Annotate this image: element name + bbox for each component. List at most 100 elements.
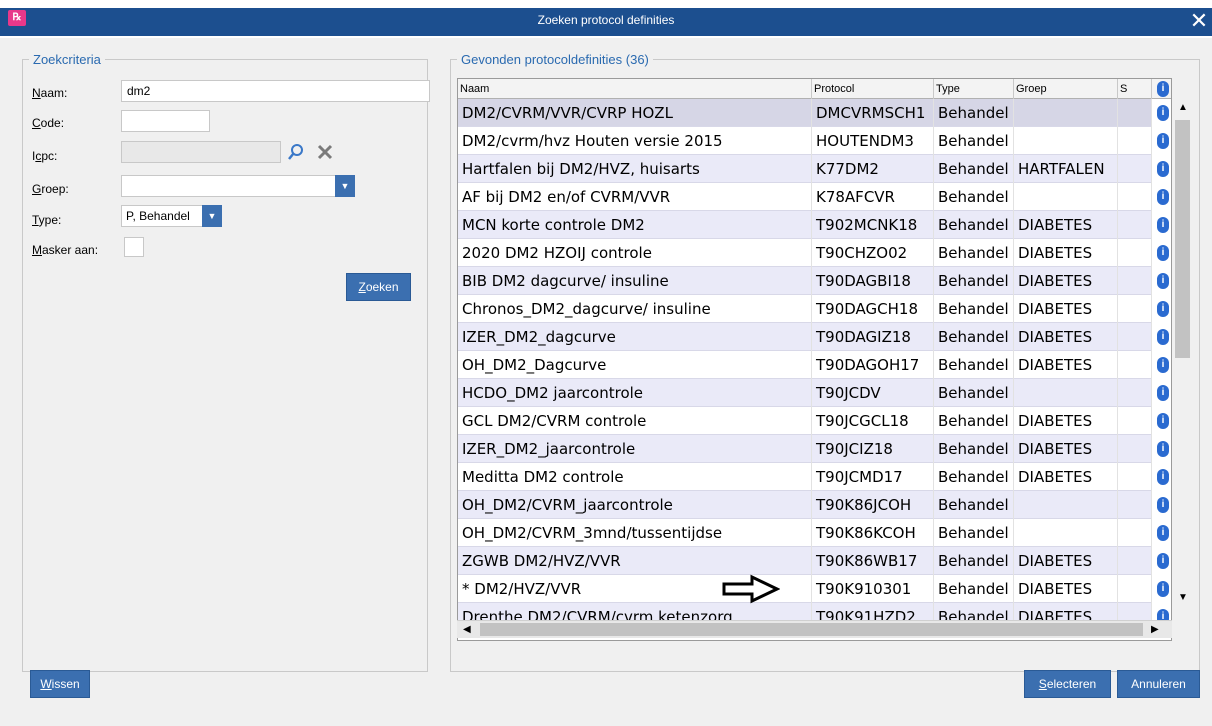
table-row[interactable]: OH_DM2/CVRM_jaarcontrole T90K86JCOH Behand… — [458, 491, 1169, 519]
info-icon[interactable]: i — [1157, 245, 1169, 261]
cell-protocol: T90K86JCOH — [812, 491, 934, 519]
table-row[interactable]: * DM2/HVZ/VVR T90K910301 Behandel DIABETES i — [458, 575, 1169, 603]
column-header-naam[interactable]: Naam — [458, 79, 812, 99]
table-row[interactable]: Hartfalen bij DM2/HVZ, huisarts K77DM2 Beh… — [458, 155, 1169, 183]
table-row[interactable]: IZER_DM2_dagcurve T90DAGIZ18 Behandel DIABE… — [458, 323, 1169, 351]
type-select[interactable]: P, Behandel ▼ — [121, 205, 222, 227]
table-row[interactable]: AF bij DM2 en/of CVRM/VVR K78AFCVR Behande… — [458, 183, 1169, 211]
table-row[interactable]: Meditta DM2 controle T90JCMD17 Behandel DIA… — [458, 463, 1169, 491]
info-icon[interactable]: i — [1157, 273, 1169, 289]
table-row[interactable]: DM2/cvrm/hvz Houten versie 2015 HOUTENDM3… — [458, 127, 1169, 155]
cell-protocol: T90DAGBI18 — [812, 267, 934, 295]
info-icon[interactable]: i — [1157, 161, 1169, 177]
cell-s — [1118, 183, 1152, 211]
cell-naam: BIB DM2 dagcurve/ insuline — [458, 267, 812, 295]
info-icon[interactable]: i — [1157, 385, 1169, 401]
cell-protocol: K78AFCVR — [812, 183, 934, 211]
zoeken-button[interactable]: Zoeken — [346, 273, 411, 301]
scroll-left-icon[interactable]: ◀ — [463, 624, 471, 635]
masker-checkbox[interactable] — [124, 237, 144, 257]
column-header-groep[interactable]: Groep — [1014, 79, 1118, 99]
vertical-scroll-thumb[interactable] — [1175, 120, 1190, 358]
code-input[interactable] — [121, 110, 210, 132]
clear-icon[interactable] — [316, 144, 334, 163]
groep-select[interactable]: ▼ — [121, 175, 355, 197]
selecteren-button[interactable]: Selecteren — [1024, 670, 1111, 698]
naam-label: Naam: — [32, 86, 68, 100]
cell-groep — [1014, 379, 1118, 407]
info-icon[interactable]: i — [1157, 133, 1169, 149]
cell-protocol: T90K910301 — [812, 575, 934, 603]
scroll-down-icon[interactable]: ▼ — [1178, 592, 1188, 603]
table-row[interactable]: 2020 DM2 HZOIJ controle T90CHZO02 Behandel… — [458, 239, 1169, 267]
table-row[interactable]: OH_DM2/CVRM_3mnd/tussentijdse T90K86KCOH B… — [458, 519, 1169, 547]
column-header-protocol[interactable]: Protocol — [812, 79, 934, 99]
cell-groep — [1014, 183, 1118, 211]
column-header-s[interactable]: S — [1118, 79, 1152, 99]
cell-groep — [1014, 491, 1118, 519]
cell-naam: 2020 DM2 HZOIJ controle — [458, 239, 812, 267]
close-icon[interactable]: ✕ — [1188, 10, 1210, 32]
table-row[interactable]: OH_DM2_Dagcurve T90DAGOH17 Behandel DIABETE… — [458, 351, 1169, 379]
cell-naam: ZGWB DM2/HVZ/VVR — [458, 547, 812, 575]
cell-s — [1118, 519, 1152, 547]
table-row[interactable]: Chronos_DM2_dagcurve/ insuline T90DAGCH18… — [458, 295, 1169, 323]
info-icon[interactable]: i — [1157, 413, 1169, 429]
cell-type: Behandel — [934, 435, 1014, 463]
cell-naam: IZER_DM2_dagcurve — [458, 323, 812, 351]
cell-protocol: T90DAGOH17 — [812, 351, 934, 379]
table-row[interactable]: MCN korte controle DM2 T902MCNK18 Behandel… — [458, 211, 1169, 239]
table-row[interactable]: GCL DM2/CVRM controle T90JCGCL18 Behandel D… — [458, 407, 1169, 435]
cell-protocol: T90K86KCOH — [812, 519, 934, 547]
type-label: Type: — [32, 213, 62, 227]
table-row[interactable]: BIB DM2 dagcurve/ insuline T90DAGBI18 Beha… — [458, 267, 1169, 295]
cell-groep — [1014, 519, 1118, 547]
info-icon[interactable]: i — [1157, 525, 1169, 541]
info-icon[interactable]: i — [1157, 581, 1169, 597]
cell-s — [1118, 351, 1152, 379]
cell-type: Behandel — [934, 99, 1014, 127]
results-table: Naam Protocol Type Groep S i DM2/CVRM/VV… — [457, 78, 1172, 641]
info-icon[interactable]: i — [1157, 497, 1169, 513]
cell-protocol: T902MCNK18 — [812, 211, 934, 239]
cell-s — [1118, 323, 1152, 351]
chevron-down-icon[interactable]: ▼ — [335, 175, 355, 197]
cell-protocol: T90CHZO02 — [812, 239, 934, 267]
table-row[interactable]: DM2/CVRM/VVR/CVRP HOZL DMCVRMSCH1 Behandel… — [458, 99, 1169, 127]
icpc-label: Icpc: — [32, 149, 58, 163]
cell-naam: MCN korte controle DM2 — [458, 211, 812, 239]
naam-input[interactable] — [121, 80, 430, 102]
info-icon[interactable]: i — [1157, 81, 1169, 97]
table-header: Naam Protocol Type Groep S i — [458, 79, 1171, 99]
title-bar: ℞ Zoeken protocol definities ✕ — [0, 0, 1212, 38]
search-icon[interactable] — [287, 143, 305, 164]
info-icon[interactable]: i — [1157, 553, 1169, 569]
info-icon[interactable]: i — [1157, 189, 1169, 205]
info-icon[interactable]: i — [1157, 357, 1169, 373]
cell-naam: HCDO_DM2 jaarcontrole — [458, 379, 812, 407]
scroll-right-icon[interactable]: ▶ — [1151, 624, 1159, 635]
horizontal-scroll-thumb[interactable] — [480, 623, 1143, 636]
info-icon[interactable]: i — [1157, 441, 1169, 457]
cell-naam: OH_DM2/CVRM_3mnd/tussentijdse — [458, 519, 812, 547]
scroll-up-icon[interactable]: ▲ — [1178, 102, 1188, 113]
cell-type: Behandel — [934, 379, 1014, 407]
table-row[interactable]: ZGWB DM2/HVZ/VVR T90K86WB17 Behandel DIABET… — [458, 547, 1169, 575]
cell-groep: DIABETES — [1014, 211, 1118, 239]
table-row[interactable]: HCDO_DM2 jaarcontrole T90JCDV Behandel i — [458, 379, 1169, 407]
cell-protocol: T90JCDV — [812, 379, 934, 407]
column-header-type[interactable]: Type — [934, 79, 1014, 99]
info-icon[interactable]: i — [1157, 469, 1169, 485]
info-icon[interactable]: i — [1157, 329, 1169, 345]
cell-type: Behandel — [934, 547, 1014, 575]
cell-type: Behandel — [934, 155, 1014, 183]
info-icon[interactable]: i — [1157, 217, 1169, 233]
annuleren-button[interactable]: Annuleren — [1117, 670, 1200, 698]
table-row[interactable]: IZER_DM2_jaarcontrole T90JCIZ18 Behandel DI… — [458, 435, 1169, 463]
info-icon[interactable]: i — [1157, 105, 1169, 121]
wissen-button[interactable]: Wissen — [30, 670, 90, 698]
cell-s — [1118, 547, 1152, 575]
info-icon[interactable]: i — [1157, 301, 1169, 317]
cell-groep: DIABETES — [1014, 575, 1118, 603]
chevron-down-icon[interactable]: ▼ — [202, 205, 222, 227]
